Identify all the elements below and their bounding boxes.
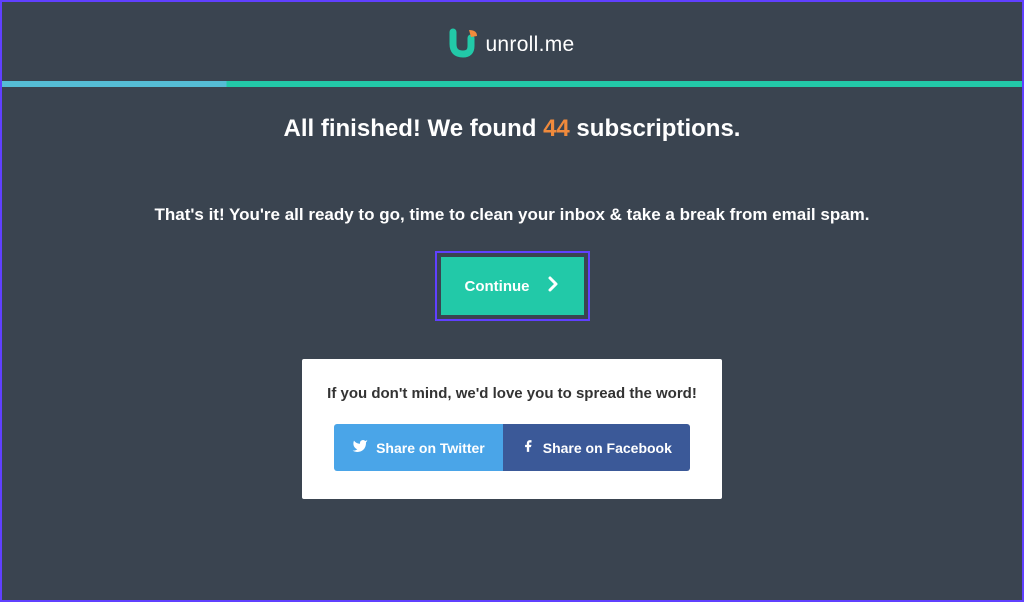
main-content: All finished! We found 44 subscriptions.… [2, 87, 1022, 499]
share-prompt: If you don't mind, we'd love you to spre… [322, 385, 702, 402]
logo-icon [449, 26, 481, 63]
continue-label: Continue [465, 278, 530, 295]
continue-button[interactable]: Continue [441, 257, 584, 315]
brand-name: unroll.me [485, 33, 574, 57]
heading-suffix: subscriptions. [570, 115, 741, 142]
subheading: That's it! You're all ready to go, time … [2, 205, 1022, 225]
share-facebook-label: Share on Facebook [543, 440, 672, 456]
share-twitter-button[interactable]: Share on Twitter [334, 424, 503, 471]
share-twitter-label: Share on Twitter [376, 440, 485, 456]
page-title: All finished! We found 44 subscriptions. [2, 115, 1022, 143]
subscription-count: 44 [543, 115, 570, 142]
continue-highlight: Continue [435, 251, 590, 321]
share-facebook-button[interactable]: Share on Facebook [503, 424, 690, 471]
share-card: If you don't mind, we'd love you to spre… [302, 359, 722, 499]
share-buttons: Share on Twitter Share on Facebook [322, 424, 702, 471]
brand-logo: unroll.me [449, 26, 574, 63]
twitter-icon [352, 438, 368, 457]
heading-prefix: All finished! We found [284, 115, 544, 142]
facebook-icon [521, 438, 535, 457]
header: unroll.me [2, 2, 1022, 81]
chevron-right-icon [544, 275, 562, 297]
